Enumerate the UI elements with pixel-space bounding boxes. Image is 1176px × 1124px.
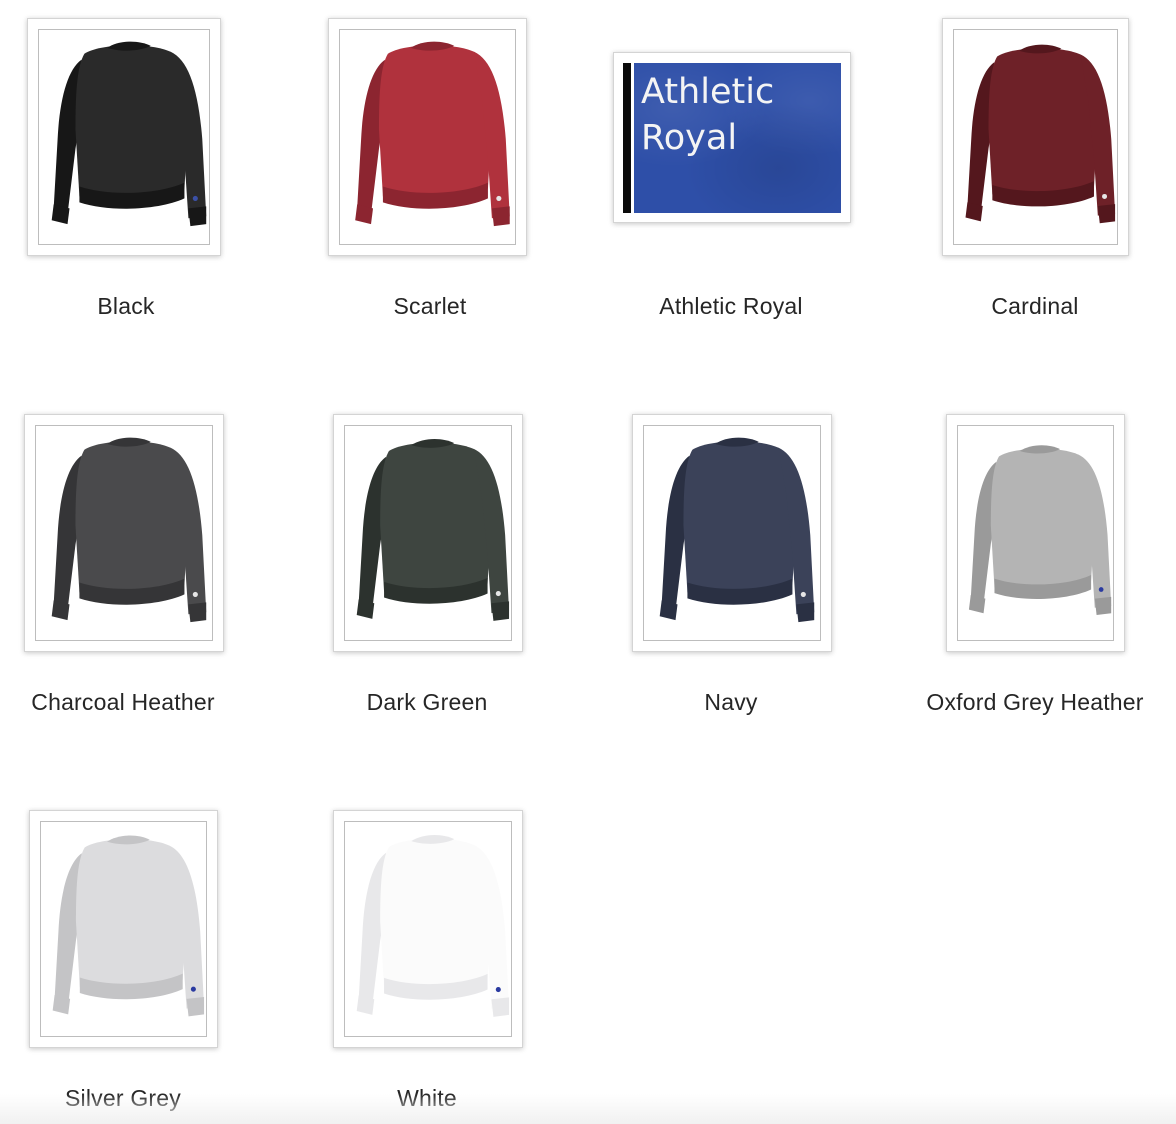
swatch-label: Navy (704, 689, 758, 715)
sweatshirt-image (38, 29, 210, 245)
swatch-thumbnail[interactable] (29, 810, 218, 1048)
sweatshirt-image (957, 425, 1114, 641)
swatch-image-text: Athletic Royal (641, 72, 775, 158)
swatch-thumbnail[interactable] (942, 18, 1129, 256)
swatch-label: Cardinal (991, 293, 1079, 319)
swatch-label: Oxford Grey Heather (926, 689, 1144, 715)
swatch-thumbnail[interactable] (333, 414, 523, 652)
sweatshirt-image (339, 29, 516, 245)
sweatshirt-image (40, 821, 207, 1037)
swatch-label: White (397, 1085, 457, 1111)
swatch-label: Dark Green (366, 689, 488, 715)
color-swatch-image: Athletic Royal (623, 63, 841, 213)
swatch-thumbnail[interactable]: Athletic Royal (613, 52, 851, 223)
sweatshirt-image (953, 29, 1118, 245)
swatch-label: Charcoal Heather (31, 689, 215, 715)
swatch-thumbnail[interactable] (632, 414, 832, 652)
sweatshirt-image (35, 425, 213, 641)
swatch-label: Scarlet (393, 293, 467, 319)
swatch-thumbnail[interactable] (24, 414, 224, 652)
swatch-thumbnail[interactable] (946, 414, 1125, 652)
swatch-label: Athletic Royal (659, 293, 803, 319)
swatch-thumbnail[interactable] (328, 18, 527, 256)
sweatshirt-image (344, 425, 512, 641)
swatch-label: Silver Grey (65, 1085, 181, 1111)
swatch-thumbnail[interactable] (333, 810, 523, 1048)
swatch-label: Black (97, 293, 155, 319)
swatch-thumbnail[interactable] (27, 18, 221, 256)
sweatshirt-image (643, 425, 821, 641)
sweatshirt-image (344, 821, 512, 1037)
